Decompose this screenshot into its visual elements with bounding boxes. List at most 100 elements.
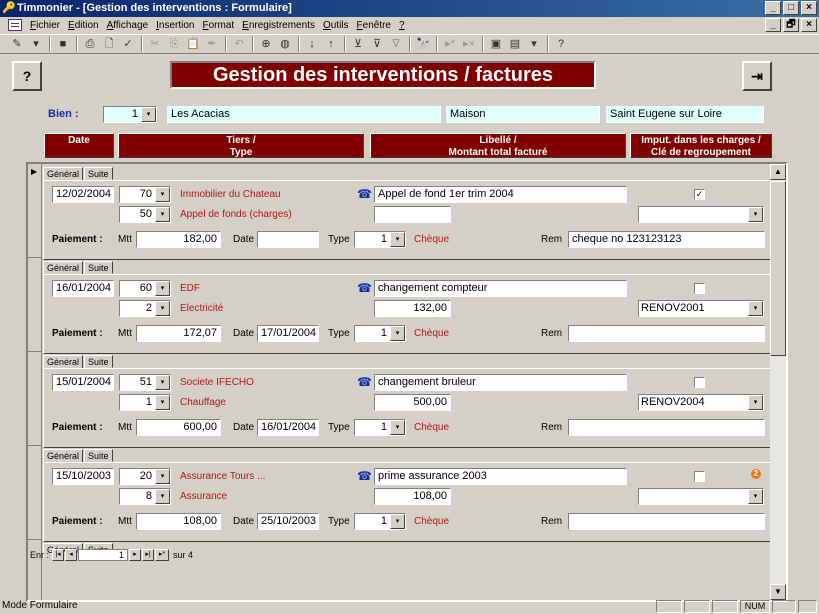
current-record-input[interactable]: 1 — [78, 549, 129, 561]
help-button[interactable]: ? — [12, 61, 42, 91]
libelle-field[interactable]: prime assurance 2003 — [374, 468, 627, 485]
delete-record-icon[interactable]: ▸× — [460, 36, 478, 52]
date-field[interactable]: 15/10/2003 — [52, 468, 114, 485]
bien-combo[interactable]: 1 ▾ — [103, 106, 157, 123]
chevron-down-icon[interactable]: ▾ — [155, 489, 170, 504]
imputation-checkbox[interactable] — [694, 283, 705, 294]
menu-item-4[interactable]: Format — [198, 20, 238, 31]
apply-filter-icon[interactable]: ∇ — [387, 36, 405, 52]
window-title-bar[interactable]: 🔑 Timmonier - [Gestion des interventions… — [0, 0, 819, 17]
tab-suite[interactable]: Suite — [84, 261, 113, 274]
payment-amount-field[interactable]: 172,07 — [136, 325, 221, 342]
menu-item-3[interactable]: Insertion — [152, 20, 198, 31]
remark-field[interactable] — [568, 325, 765, 342]
menu-item-8[interactable]: ? — [395, 20, 409, 31]
copy-icon[interactable]: ⎘ — [165, 36, 183, 52]
libelle-field[interactable]: Appel de fond 1er trim 2004 — [374, 186, 627, 203]
imputation-checkbox[interactable] — [694, 377, 705, 388]
new-object-icon[interactable]: ▤ — [506, 36, 524, 52]
imputation-checkbox[interactable]: ✓ — [694, 189, 705, 200]
dropdown-icon[interactable]: ▾ — [27, 36, 45, 52]
filter-selection-icon[interactable]: ⊻ — [349, 36, 367, 52]
payment-date-field[interactable] — [257, 231, 319, 248]
type-combo[interactable]: 2 ▾ — [119, 300, 171, 317]
web-icon[interactable]: ◍ — [276, 36, 294, 52]
chevron-down-icon[interactable]: ▾ — [141, 107, 156, 122]
payment-date-field[interactable]: 25/10/2003 — [257, 513, 319, 530]
phone-icon[interactable]: ☎ — [357, 468, 372, 485]
first-record-icon[interactable]: |◂ — [52, 549, 65, 561]
minimize-button[interactable]: _ — [765, 1, 781, 15]
cle-combo[interactable]: ▾ — [638, 206, 764, 223]
last-record-icon[interactable]: ▸| — [142, 549, 155, 561]
payment-date-field[interactable]: 17/01/2004 — [257, 325, 319, 342]
libelle-field[interactable]: changement bruleur — [374, 374, 627, 391]
chevron-down-icon[interactable]: ▾ — [155, 395, 170, 410]
tiers-combo[interactable]: 70 ▾ — [119, 186, 171, 203]
payment-type-combo[interactable]: 1 ▾ — [354, 419, 406, 436]
cle-combo[interactable]: ▾ — [638, 488, 764, 505]
help-icon[interactable]: ? — [552, 36, 570, 52]
date-field[interactable]: 12/02/2004 — [52, 186, 114, 203]
remark-field[interactable] — [568, 513, 765, 530]
remark-field[interactable] — [568, 419, 765, 436]
new-record-icon[interactable]: ▸* — [441, 36, 459, 52]
menu-item-7[interactable]: Fenêtre — [353, 20, 395, 31]
montant-field[interactable]: 108,00 — [374, 488, 451, 505]
date-field[interactable]: 15/01/2004 — [52, 374, 114, 391]
chevron-down-icon[interactable]: ▾ — [748, 301, 763, 316]
chevron-down-icon[interactable]: ▾ — [390, 514, 405, 529]
chevron-down-icon[interactable]: ▾ — [155, 187, 170, 202]
chevron-down-icon[interactable]: ▾ — [390, 326, 405, 341]
chevron-down-icon[interactable]: ▾ — [155, 375, 170, 390]
save-icon[interactable]: ■ — [54, 36, 72, 52]
find-icon[interactable]: 🔭 — [414, 36, 432, 52]
tab-suite[interactable]: Suite — [84, 449, 113, 462]
new-record-nav-icon[interactable]: ▸* — [155, 549, 170, 561]
maximize-button[interactable]: □ — [783, 1, 799, 15]
format-painter-icon[interactable]: ✒ — [203, 36, 221, 52]
print-preview-icon[interactable]: 🗋 — [100, 36, 118, 52]
date-field[interactable]: 16/01/2004 — [52, 280, 114, 297]
sort-desc-icon[interactable]: ↑ — [322, 36, 340, 52]
vertical-scrollbar[interactable]: ▲ ▼ — [770, 164, 786, 600]
filter-form-icon[interactable]: ⊽ — [368, 36, 386, 52]
menu-item-5[interactable]: Enregistrements — [238, 20, 319, 31]
scroll-down-icon[interactable]: ▼ — [770, 584, 786, 600]
undo-icon[interactable]: ↶ — [230, 36, 248, 52]
type-combo[interactable]: 1 ▾ — [119, 394, 171, 411]
payment-type-combo[interactable]: 1 ▾ — [354, 231, 406, 248]
montant-field[interactable]: 500,00 — [374, 394, 451, 411]
design-view-icon[interactable]: ✎ — [8, 36, 26, 52]
tab-general[interactable]: Général — [43, 167, 84, 181]
chevron-down-icon[interactable]: ▾ — [390, 420, 405, 435]
sort-asc-icon[interactable]: ↓ — [303, 36, 321, 52]
menu-item-6[interactable]: Outils — [319, 20, 353, 31]
tab-general[interactable]: Général — [43, 355, 84, 369]
database-window-icon[interactable]: ▣ — [487, 36, 505, 52]
scroll-up-icon[interactable]: ▲ — [770, 164, 786, 180]
form-minimize-button[interactable]: _ — [765, 18, 781, 32]
tab-general[interactable]: Général — [43, 449, 84, 463]
menu-item-0[interactable]: Fichier — [26, 20, 64, 31]
print-icon[interactable]: ⎙ — [81, 36, 99, 52]
montant-field[interactable] — [374, 206, 451, 223]
paste-icon[interactable]: 📋 — [184, 36, 202, 52]
previous-record-icon[interactable]: ◂ — [65, 549, 78, 561]
chevron-down-icon[interactable]: ▾ — [748, 395, 763, 410]
payment-amount-field[interactable]: 108,00 — [136, 513, 221, 530]
cut-icon[interactable]: ✂ — [146, 36, 164, 52]
montant-field[interactable]: 132,00 — [374, 300, 451, 317]
menu-item-2[interactable]: Affichage — [103, 20, 153, 31]
type-combo[interactable]: 8 ▾ — [119, 488, 171, 505]
payment-type-combo[interactable]: 1 ▾ — [354, 513, 406, 530]
chevron-down-icon[interactable]: ▾ — [748, 207, 763, 222]
libelle-field[interactable]: changement compteur — [374, 280, 627, 297]
cle-combo[interactable]: RENOV2001 ▾ — [638, 300, 764, 317]
tiers-combo[interactable]: 51 ▾ — [119, 374, 171, 391]
phone-icon[interactable]: ☎ — [357, 374, 372, 391]
payment-amount-field[interactable]: 182,00 — [136, 231, 221, 248]
form-close-button[interactable]: × — [801, 18, 817, 32]
tiers-combo[interactable]: 60 ▾ — [119, 280, 171, 297]
chevron-down-icon[interactable]: ▾ — [155, 469, 170, 484]
